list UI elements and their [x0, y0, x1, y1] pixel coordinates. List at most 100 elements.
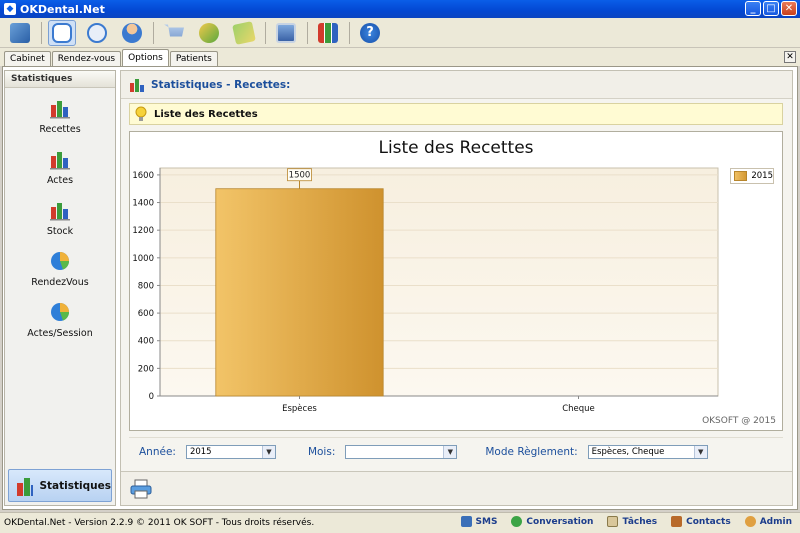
bar-chart-icon — [50, 101, 70, 119]
money-icon — [199, 22, 219, 43]
bar-chart-icon — [50, 203, 70, 221]
y-tick-label: 200 — [138, 364, 154, 374]
help-button[interactable]: ? — [356, 20, 384, 46]
tab-patients[interactable]: Patients — [169, 51, 218, 66]
y-tick-label: 800 — [138, 281, 154, 291]
notes-icon — [232, 20, 256, 45]
admin-label: Admin — [759, 516, 792, 527]
print-button[interactable] — [127, 476, 155, 502]
chevron-down-icon: ▼ — [261, 445, 275, 458]
minimize-button[interactable]: _ — [745, 1, 761, 16]
admin-link[interactable]: Admin — [744, 516, 792, 527]
x-tick-label: Cheque — [562, 404, 595, 414]
tasks-icon — [607, 516, 619, 527]
close-tab-button[interactable]: ✕ — [784, 51, 796, 63]
bar-chart-icon — [50, 152, 70, 170]
annee-value: 2015 — [189, 446, 212, 457]
chevron-down-icon: ▼ — [443, 445, 457, 458]
tab-rendez-vous[interactable]: Rendez-vous — [51, 51, 122, 66]
sidebar-item-stock[interactable]: Stock — [5, 196, 115, 247]
dashboard-button[interactable] — [6, 20, 34, 46]
sidebar-item-label: Actes — [46, 175, 74, 186]
y-tick-label: 1600 — [132, 171, 154, 181]
y-tick-label: 1000 — [132, 254, 154, 264]
monitor-button[interactable] — [272, 20, 300, 46]
sidebar: Statistiques Recettes Actes Stock Rendez… — [4, 70, 116, 506]
cart-icon — [164, 24, 184, 37]
bar-chart-icon — [17, 477, 34, 496]
mode-reglement-select[interactable]: Espèces, Cheque ▼ — [587, 444, 708, 459]
sidebar-header: Statistiques — [5, 71, 115, 88]
content-panel: Statistiques - Recettes: Liste des Recet… — [120, 70, 793, 506]
stats-icon — [318, 22, 338, 43]
tab-strip: Cabinet Rendez-vous Options Patients ✕ — [0, 48, 800, 66]
app-logo-icon: ◆ — [4, 3, 16, 15]
cart-button[interactable] — [160, 20, 188, 46]
y-tick-label: 1400 — [132, 199, 154, 209]
contacts-label: Contacts — [686, 516, 731, 527]
sidebar-item-label: Actes/Session — [27, 328, 93, 339]
sidebar-item-actes[interactable]: Actes — [5, 145, 115, 196]
conversation-link[interactable]: Conversation — [511, 516, 593, 527]
sidebar-item-recettes[interactable]: Recettes — [5, 94, 115, 145]
phone-icon — [460, 516, 472, 527]
sidebar-item-label: Recettes — [39, 124, 81, 135]
tooth-button[interactable] — [48, 19, 76, 46]
monitor-icon — [276, 22, 296, 43]
legend-swatch — [734, 171, 748, 181]
chart-container: Liste des Recettes 0 200 400 600 800 1000 1200… — [129, 131, 783, 431]
clock-icon — [87, 22, 107, 43]
dashboard-icon — [10, 22, 30, 43]
sidebar-section-statistiques[interactable]: Statistiques — [8, 469, 112, 502]
lightbulb-icon — [135, 106, 147, 121]
contacts-icon — [671, 516, 683, 527]
chart-legend: 2015 — [730, 168, 774, 184]
y-tick-label: 600 — [138, 309, 154, 319]
doctor-button[interactable] — [118, 20, 146, 46]
notes-button[interactable] — [230, 20, 258, 46]
content-header: Statistiques - Recettes: — [121, 71, 792, 99]
annee-select[interactable]: 2015 ▼ — [185, 444, 276, 459]
y-tick-label: 1200 — [132, 226, 154, 236]
bottom-action-bar — [121, 471, 792, 505]
printer-icon — [130, 479, 152, 499]
doctor-icon — [122, 22, 142, 43]
page-title: Statistiques - Recettes: — [151, 78, 291, 91]
stats-button[interactable] — [314, 20, 342, 46]
sidebar-section-label: Statistiques — [39, 479, 111, 492]
money-button[interactable] — [195, 20, 223, 46]
tab-options[interactable]: Options — [122, 49, 169, 66]
clock-button[interactable] — [83, 20, 111, 46]
mode-reglement-label: Mode Règlement: — [485, 445, 578, 458]
taches-link[interactable]: Tâches — [607, 516, 657, 527]
taches-label: Tâches — [622, 516, 658, 527]
tab-cabinet[interactable]: Cabinet — [4, 51, 51, 66]
maximize-button[interactable]: □ — [763, 1, 779, 16]
user-icon — [744, 516, 756, 527]
chevron-down-icon: ▼ — [693, 445, 707, 458]
sidebar-item-label: RendezVous — [31, 277, 89, 288]
bar-chart-icon — [130, 78, 144, 92]
mois-select[interactable]: ▼ — [345, 444, 458, 459]
conversation-label: Conversation — [526, 516, 594, 527]
copyright-text: OKDental.Net - Version 2.2.9 © 2011 OK S… — [4, 518, 315, 528]
pie-chart-icon — [51, 303, 70, 321]
annee-label: Année: — [139, 445, 176, 458]
contacts-link[interactable]: Contacts — [671, 516, 731, 527]
users-icon — [511, 516, 523, 527]
sms-link[interactable]: SMS — [460, 516, 497, 527]
data-label: 1500 — [289, 171, 311, 181]
x-tick-label: Espèces — [282, 403, 317, 414]
close-window-button[interactable]: ✕ — [781, 1, 797, 16]
bar — [215, 188, 384, 397]
legend-label: 2015 — [751, 171, 773, 181]
sidebar-item-rendezvous[interactable]: RendezVous — [5, 247, 115, 298]
sidebar-item-label: Stock — [46, 226, 74, 237]
sidebar-item-actes-session[interactable]: Actes/Session — [5, 298, 115, 349]
chart-watermark: OKSOFT @ 2015 — [702, 416, 776, 426]
y-tick-label: 400 — [138, 337, 154, 347]
bar-chart: 0 200 400 600 800 1000 1200 1400 1600 1500 Espèces… — [132, 167, 719, 414]
main-toolbar: ? — [0, 18, 800, 48]
tooth-icon — [52, 22, 72, 43]
status-bar: OKDental.Net - Version 2.2.9 © 2011 OK S… — [0, 512, 800, 533]
